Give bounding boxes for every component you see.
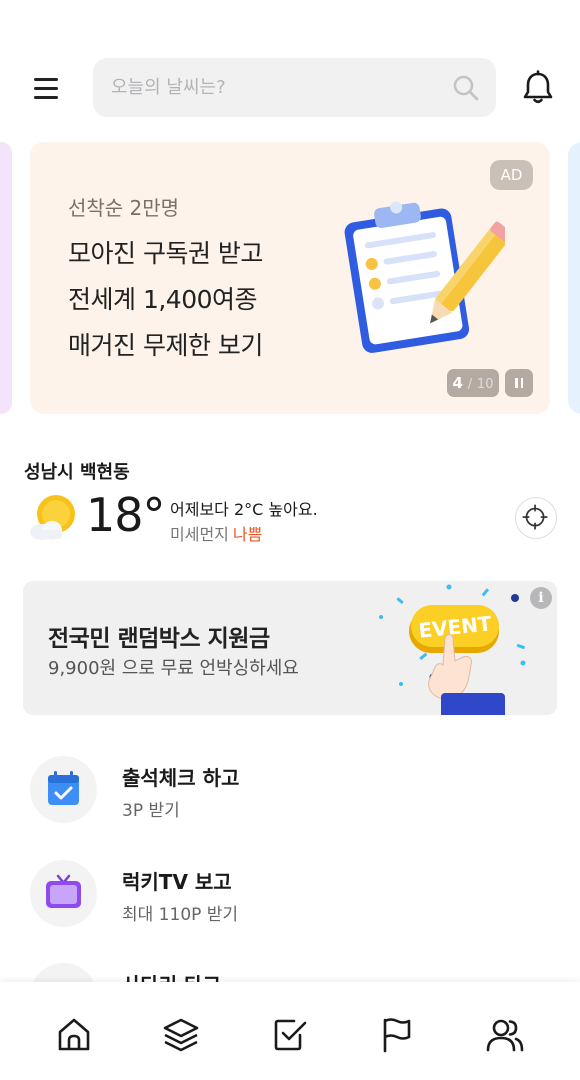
home-icon[interactable] (54, 1015, 94, 1055)
ad-badge: AD (490, 160, 533, 190)
search-bar[interactable] (93, 58, 496, 117)
fine-dust-row: 미세먼지 나쁨 (170, 521, 262, 545)
mission-subtitle: 3P 받기 (122, 801, 180, 821)
bottom-navigation (0, 982, 580, 1080)
event-banner[interactable]: 전국민 랜덤박스 지원금 9,900원 으로 무료 언박싱하세요 EVENT i (23, 581, 557, 715)
mission-icon-wrapper (30, 860, 97, 927)
mission-lucky-tv[interactable]: 럭키TV 보고 최대 110P 받기 (30, 860, 550, 930)
crosshair-icon (522, 504, 548, 530)
event-subtitle: 9,900원 으로 무료 언박싱하세요 (48, 658, 299, 679)
tv-icon (46, 874, 81, 908)
flag-icon[interactable] (377, 1015, 417, 1055)
top-header (0, 56, 580, 118)
mission-subtitle: 최대 110P 받기 (122, 905, 239, 925)
users-icon[interactable] (485, 1015, 525, 1055)
location-label: 성남시 백현동 (24, 462, 130, 483)
event-button-hand-illustration: EVENT (379, 584, 526, 715)
carousel-page-total: 10 (476, 377, 494, 392)
fine-dust-label: 미세먼지 (170, 525, 229, 544)
hamburger-menu-icon[interactable] (30, 73, 62, 103)
mission-icon-wrapper (30, 756, 97, 823)
search-input[interactable] (111, 58, 441, 117)
mission-title: 출석체크 하고 (122, 766, 240, 790)
clipboard-illustration-icon (344, 201, 505, 353)
carousel-prev-card[interactable] (0, 142, 12, 414)
carousel-page-separator: / (467, 377, 473, 392)
ad-headline-line-1: 모아진 구독권 받고 (68, 239, 263, 268)
current-location-button[interactable] (515, 497, 557, 539)
carousel-page-indicator: 4 / 10 (447, 369, 499, 397)
info-icon[interactable]: i (530, 587, 552, 609)
carousel-next-card[interactable] (568, 142, 580, 414)
check-square-icon[interactable] (270, 1015, 310, 1055)
calendar-check-icon (48, 771, 79, 805)
sun-cloud-icon (30, 495, 75, 540)
ad-banner-card[interactable]: 선착순 2만명 모아진 구독권 받고 전세계 1,400여종 매거진 무제한 보… (30, 142, 550, 414)
fine-dust-value: 나쁨 (232, 525, 263, 544)
ad-headline-line-2: 전세계 1,400여종 (68, 285, 258, 314)
bell-icon[interactable] (520, 70, 556, 106)
search-icon[interactable] (452, 74, 480, 102)
temperature: 18° (86, 488, 166, 542)
ad-subtitle: 선착순 2만명 (68, 196, 180, 220)
mission-title: 럭키TV 보고 (122, 870, 232, 894)
event-title: 전국민 랜덤박스 지원금 (48, 626, 270, 652)
carousel-page-current: 4 (452, 374, 463, 392)
pause-icon[interactable] (505, 369, 533, 397)
ad-headline-line-3: 매거진 무제한 보기 (68, 331, 263, 360)
mission-attendance[interactable]: 출석체크 하고 3P 받기 (30, 756, 550, 826)
layers-icon[interactable] (161, 1015, 201, 1055)
temperature-compare: 어제보다 2°C 높아요. (170, 500, 318, 519)
